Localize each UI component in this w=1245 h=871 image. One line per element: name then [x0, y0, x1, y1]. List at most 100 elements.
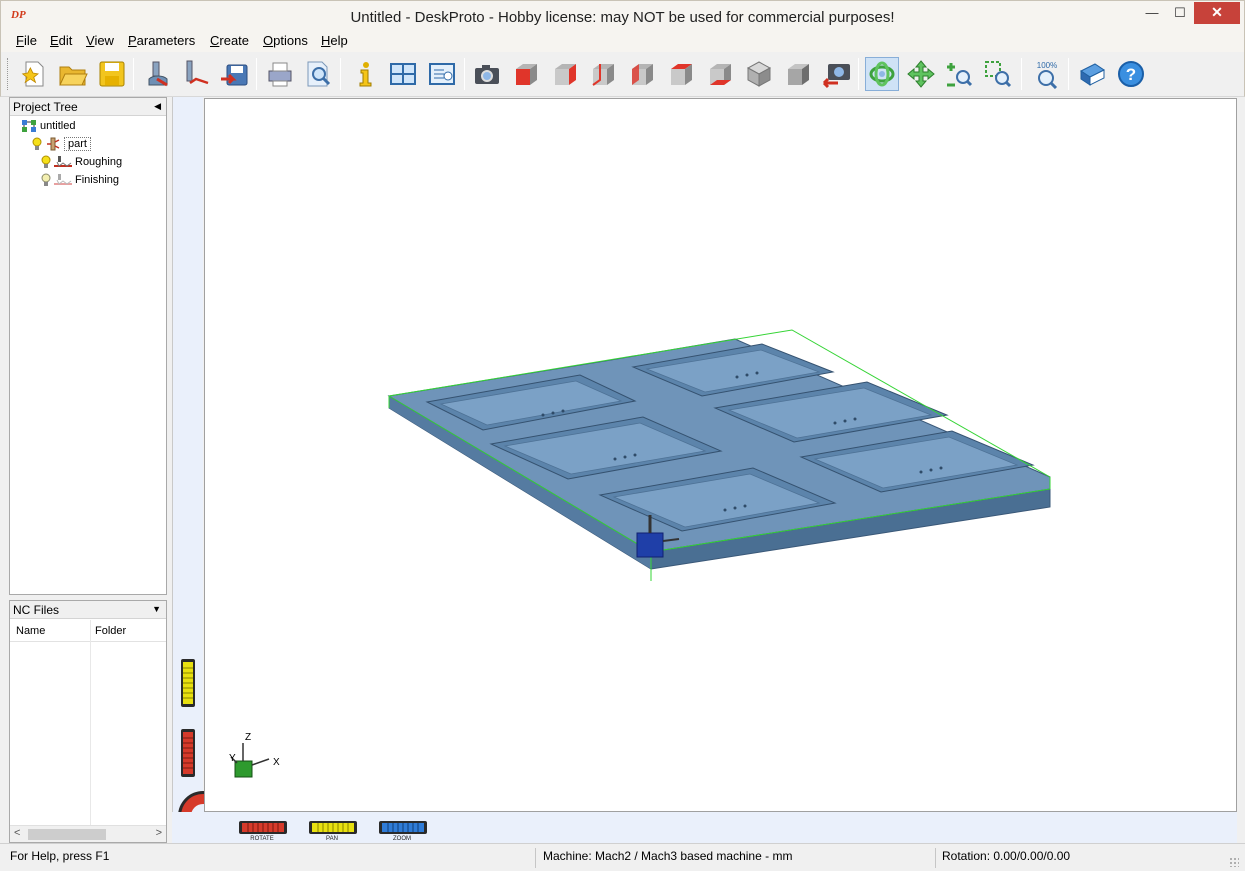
menu-create[interactable]: Create	[210, 33, 249, 48]
zoom-mode-button[interactable]	[942, 57, 976, 91]
scroll-right-arrow-icon[interactable]: >	[156, 827, 162, 839]
pan-vertical-wheel[interactable]	[180, 658, 196, 708]
lightbulb-on-icon[interactable]	[41, 155, 51, 169]
close-button[interactable]: ✕	[1194, 2, 1240, 24]
project-tree-title: Project Tree	[13, 100, 78, 114]
view-left-button[interactable]	[625, 57, 659, 91]
menu-view[interactable]: View	[86, 33, 114, 48]
menu-edit[interactable]: Edit	[50, 33, 72, 48]
tree-node-finishing[interactable]: Finishing	[41, 171, 119, 189]
help-icon: ?	[1118, 61, 1144, 87]
view-front-button[interactable]	[509, 57, 543, 91]
viewport-bottom-strip: ROTATE PAN ZOOM	[172, 812, 1237, 843]
view-bottom-icon	[710, 64, 731, 85]
nc-files-title: NC Files	[13, 603, 60, 617]
view-front-icon	[516, 64, 537, 85]
maximize-button[interactable]: ☐	[1166, 2, 1194, 24]
rotate-horizontal-wheel[interactable]	[238, 820, 288, 835]
pan-horizontal-wheel[interactable]	[308, 820, 358, 835]
zoom-window-icon	[985, 61, 1012, 88]
title-bar: DP Untitled - DeskProto - Hobby license:…	[0, 0, 1245, 32]
tree-node-project[interactable]: untitled	[21, 117, 75, 135]
zoom-wheel-label: ZOOM	[393, 836, 411, 842]
open-button[interactable]	[56, 57, 90, 91]
view-back-icon	[592, 64, 614, 86]
view-back-button[interactable]	[586, 57, 620, 91]
scroll-left-arrow-icon[interactable]: <	[14, 827, 20, 839]
view-top-button[interactable]	[664, 57, 698, 91]
info-button[interactable]	[348, 57, 382, 91]
project-tree-header: Project Tree ◀	[10, 98, 166, 116]
3d-viewport[interactable]: Z Y X	[204, 98, 1237, 812]
part-icon	[47, 137, 60, 151]
rotate-vertical-wheel[interactable]	[180, 728, 196, 778]
minimize-button[interactable]: —	[1138, 2, 1166, 24]
pan-wheel-label: PAN	[326, 836, 338, 842]
viewport-side-strip	[172, 97, 205, 843]
horizontal-scrollbar[interactable]: < >	[10, 825, 166, 842]
column-divider	[90, 620, 91, 826]
view-bottom-button[interactable]	[703, 57, 737, 91]
menu-file[interactable]: File	[16, 33, 37, 48]
view-iso-button[interactable]	[742, 57, 776, 91]
lightbulb-on-icon[interactable]	[32, 137, 42, 151]
save-nc-button[interactable]	[217, 57, 251, 91]
simulate-button[interactable]	[141, 57, 175, 91]
toolbar-separator	[464, 58, 465, 90]
zoom-horizontal-wheel[interactable]	[378, 820, 428, 835]
view-right-button[interactable]	[548, 57, 582, 91]
print-button[interactable]	[263, 57, 297, 91]
view-iso-icon	[746, 61, 772, 87]
rotate-mode-button[interactable]	[865, 57, 899, 91]
screenshot-icon	[475, 65, 499, 84]
status-rotation: Rotation: 0.00/0.00/0.00	[942, 849, 1071, 863]
axis-z-label: Z	[245, 732, 252, 743]
manual-button[interactable]	[1075, 57, 1109, 91]
help-button[interactable]: ?	[1114, 57, 1148, 91]
pan-mode-button[interactable]	[904, 57, 938, 91]
new-project-button[interactable]	[17, 57, 51, 91]
roughing-toolpath-icon	[54, 156, 72, 167]
menu-options[interactable]: Options	[263, 33, 308, 48]
column-header-name[interactable]: Name	[16, 625, 45, 637]
menu-parameters[interactable]: Parameters	[128, 33, 195, 48]
zoom-window-button[interactable]	[981, 57, 1015, 91]
simulate-icon	[148, 61, 168, 87]
nc-files-column-headers: Name Folder	[10, 620, 166, 642]
previous-view-button[interactable]	[820, 57, 854, 91]
tree-node-label: untitled	[40, 120, 76, 132]
tree-node-part[interactable]: part	[32, 135, 91, 153]
scrollbar-thumb[interactable]	[28, 829, 106, 840]
toolbar-grip[interactable]	[7, 58, 10, 90]
view-shaded-button[interactable]	[781, 57, 815, 91]
project-icon	[22, 120, 36, 132]
menu-help[interactable]: Help	[321, 33, 348, 48]
screenshot-button[interactable]	[470, 57, 504, 91]
axis-y-label: Y	[229, 753, 236, 764]
column-header-folder[interactable]: Folder	[95, 625, 126, 637]
view-properties-button[interactable]	[425, 57, 459, 91]
resize-grip[interactable]	[1229, 857, 1239, 867]
tree-node-label: Roughing	[75, 156, 123, 168]
create-toolpath-icon	[186, 60, 209, 85]
tree-node-label: part	[64, 137, 91, 151]
lightbulb-off-icon[interactable]	[41, 173, 51, 187]
create-toolpath-button[interactable]	[178, 57, 212, 91]
save-button[interactable]	[95, 57, 129, 91]
status-machine: Machine: Mach2 / Mach3 based machine - m…	[543, 849, 793, 863]
pan-mode-icon	[907, 60, 935, 88]
manual-icon	[1080, 63, 1105, 86]
layout-button[interactable]	[386, 57, 420, 91]
main-toolbar: 100% ?	[0, 52, 1245, 97]
rotate-wheel-label: ROTATE	[250, 836, 274, 842]
dropdown-arrow-icon[interactable]: ▼	[152, 604, 161, 614]
tree-node-roughing[interactable]: Roughing	[41, 153, 122, 171]
save-nc-icon	[221, 64, 248, 86]
zoom-100-button[interactable]: 100%	[1030, 57, 1064, 91]
status-help: For Help, press F1	[10, 849, 110, 863]
collapse-arrow-icon[interactable]: ◀	[154, 101, 161, 112]
view-top-icon	[671, 64, 692, 85]
print-preview-button[interactable]	[301, 57, 335, 91]
view-left-icon	[632, 64, 653, 85]
view-layout-icon	[390, 63, 416, 85]
